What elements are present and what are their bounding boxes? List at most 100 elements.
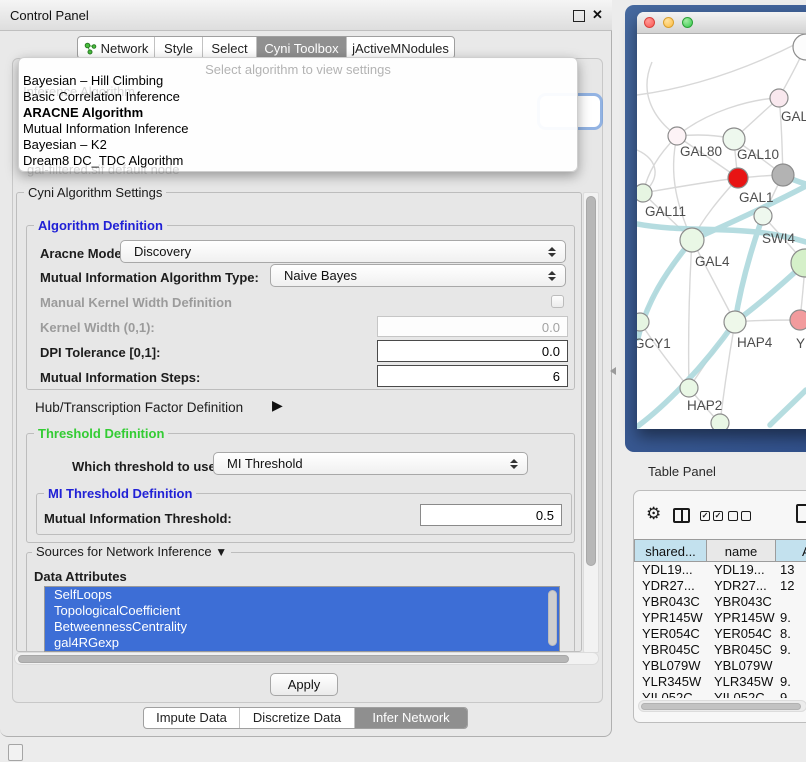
- cell: YBR045C: [714, 642, 772, 658]
- aracne-mode-value: Discovery: [121, 244, 548, 259]
- split-columns-icon[interactable]: [673, 508, 690, 523]
- tab-network[interactable]: Network: [78, 37, 154, 59]
- tab-label: Select: [211, 38, 247, 59]
- node[interactable]: [680, 228, 704, 252]
- close-icon[interactable]: ✕: [592, 7, 603, 23]
- tab-label: jActiveMNodules: [352, 38, 449, 59]
- network-canvas[interactable]: GAL GAL80 GAL10 GAL1 GAL11 SWI4 GAL4 HAP…: [637, 34, 806, 429]
- node[interactable]: [668, 127, 686, 145]
- menu-item-selected[interactable]: ARACNE Algorithm: [23, 105, 143, 121]
- network-view-window[interactable]: GAL GAL80 GAL10 GAL1 GAL11 SWI4 GAL4 HAP…: [637, 12, 806, 429]
- which-threshold-select[interactable]: MI Threshold: [213, 452, 528, 475]
- menu-item[interactable]: Mutual Information Inference: [23, 121, 188, 137]
- node[interactable]: [637, 184, 652, 202]
- close-traffic-light[interactable]: [644, 17, 655, 28]
- deselect-all-icon[interactable]: [728, 511, 751, 521]
- dpi-tolerance-field[interactable]: 0.0: [377, 340, 568, 362]
- column-header-name[interactable]: name: [707, 539, 775, 562]
- algorithm-dropdown-popup: Inference Algorithm gal-filtered.sif def…: [18, 57, 578, 172]
- node-label: GAL80: [680, 144, 722, 159]
- tab-discretize-data[interactable]: Discretize Data: [239, 708, 354, 729]
- network-view-desktop: GAL GAL80 GAL10 GAL1 GAL11 SWI4 GAL4 HAP…: [625, 5, 806, 452]
- settings-vscrollbar-track[interactable]: [583, 192, 599, 653]
- cell: YIL052C: [714, 690, 765, 698]
- cell: 12: [780, 578, 794, 594]
- ghost-text: gal-filtered.sif default node: [27, 162, 179, 177]
- algorithm-definition-label: Algorithm Definition: [34, 219, 167, 232]
- node[interactable]: [711, 414, 729, 429]
- threshold-definition-label: Threshold Definition: [34, 427, 168, 440]
- data-attributes-list[interactable]: SelfLoops TopologicalCoefficient Between…: [44, 586, 560, 652]
- tab-infer-network[interactable]: Infer Network: [354, 708, 467, 729]
- node-label: HAP2: [687, 398, 722, 413]
- node[interactable]: [724, 311, 746, 333]
- column-header-partial[interactable]: A: [775, 539, 806, 562]
- zoom-traffic-light[interactable]: [682, 17, 693, 28]
- apply-button[interactable]: Apply: [270, 673, 338, 696]
- cell: YER054C: [714, 626, 772, 642]
- cell: YBR045C: [642, 642, 700, 658]
- sources-collapse-arrow-icon[interactable]: ▼: [215, 545, 227, 559]
- mi-threshold-field[interactable]: 0.5: [420, 504, 562, 526]
- aracne-mode-select[interactable]: Discovery: [120, 240, 566, 263]
- table-rows-viewport[interactable]: YDL19...YDL19...13 YDR27...YDR27...12 YB…: [634, 562, 806, 698]
- node-label: GAL4: [695, 254, 730, 269]
- node-label: GAL10: [737, 147, 779, 162]
- node[interactable]: [790, 310, 806, 330]
- node[interactable]: [770, 89, 788, 107]
- attribute-item[interactable]: gal4RGexp: [45, 635, 559, 651]
- splitter-collapse-arrow[interactable]: [610, 367, 616, 375]
- mi-algorithm-type-select[interactable]: Naive Bayes: [270, 264, 566, 287]
- attribute-item[interactable]: TopologicalCoefficient: [45, 603, 559, 619]
- select-all-icon[interactable]: ✓✓: [700, 511, 723, 521]
- node[interactable]: [754, 207, 772, 225]
- cell: YLR345W: [714, 674, 773, 690]
- settings-hscrollbar-track[interactable]: [14, 652, 599, 665]
- menu-item[interactable]: Bayesian – K2: [23, 137, 107, 153]
- mi-algorithm-type-label: Mutual Information Algorithm Type:: [40, 270, 259, 285]
- node[interactable]: [793, 34, 806, 60]
- cell: YBL079W: [714, 658, 773, 674]
- node[interactable]: [772, 164, 794, 186]
- column-header-shared-name[interactable]: shared...: [634, 539, 707, 562]
- hub-expand-arrow-icon[interactable]: ▶: [272, 397, 283, 414]
- mi-steps-field[interactable]: 6: [377, 365, 568, 387]
- cell: YBL079W: [642, 658, 701, 674]
- window-title: Control Panel: [10, 8, 89, 23]
- tab-select[interactable]: Select: [202, 37, 256, 59]
- which-threshold-value: MI Threshold: [214, 456, 510, 471]
- cell: YDR27...: [714, 578, 767, 594]
- dpi-tolerance-label: DPI Tolerance [0,1]:: [40, 345, 160, 360]
- float-window-icon[interactable]: [573, 10, 585, 22]
- cell: YIL052C: [642, 690, 693, 698]
- table-panel-window: ⚙ ✓✓ shared... name A YDL19...YDL19...13…: [633, 490, 806, 723]
- node[interactable]: [680, 379, 698, 397]
- settings-hscrollbar-thumb[interactable]: [18, 655, 569, 663]
- attribute-item[interactable]: SelfLoops: [45, 587, 559, 603]
- node-selected[interactable]: [728, 168, 748, 188]
- gear-icon[interactable]: ⚙: [646, 505, 661, 522]
- tab-jactivemnodules[interactable]: jActiveMNodules: [346, 37, 454, 59]
- network-window-titlebar[interactable]: [637, 12, 806, 34]
- node-labels: GAL GAL80 GAL10 GAL1 GAL11 SWI4 GAL4 HAP…: [637, 109, 806, 413]
- table-hscrollbar-track[interactable]: [638, 700, 806, 712]
- cell: YBR043C: [714, 594, 772, 610]
- settings-vscrollbar-thumb[interactable]: [586, 196, 596, 566]
- cell: YLR345W: [642, 674, 701, 690]
- mi-threshold-definition-label: MI Threshold Definition: [44, 487, 196, 500]
- tab-cyni-toolbox[interactable]: Cyni Toolbox: [256, 37, 346, 59]
- minimized-window-icon[interactable]: [8, 744, 23, 761]
- manual-kernel-width-checkbox[interactable]: [551, 295, 564, 308]
- minimize-traffic-light[interactable]: [663, 17, 674, 28]
- node[interactable]: [637, 313, 649, 331]
- file-icon[interactable]: [796, 504, 806, 523]
- cyni-settings-group-label: Cyni Algorithm Settings: [24, 186, 166, 199]
- attribute-item[interactable]: BetweennessCentrality: [45, 619, 559, 635]
- tab-impute-data[interactable]: Impute Data: [144, 708, 239, 729]
- table-hscrollbar-thumb[interactable]: [641, 703, 801, 710]
- table-panel-title: Table Panel: [648, 464, 716, 479]
- node-label: SWI4: [762, 231, 795, 246]
- tab-style[interactable]: Style: [154, 37, 202, 59]
- control-panel-titlebar[interactable]: Control Panel ✕: [0, 0, 612, 31]
- list-scrollbar-thumb[interactable]: [548, 590, 557, 646]
